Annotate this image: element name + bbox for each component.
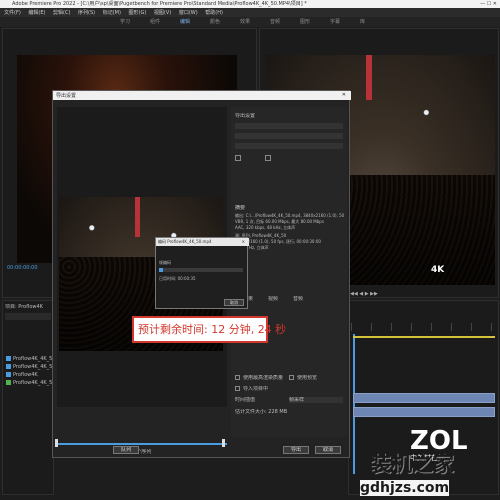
encoding-progress-fill bbox=[159, 268, 164, 272]
menu-clip[interactable]: 剪辑(C) bbox=[53, 10, 70, 16]
site-watermark: 装机之家 bbox=[370, 452, 454, 476]
remaining-time-callout: 预计剩余时间: 12 分钟, 24 秒 bbox=[132, 316, 286, 343]
project-search-input[interactable] bbox=[5, 313, 51, 320]
preview-flag bbox=[135, 197, 140, 237]
export-settings-header: 导出设置 bbox=[235, 113, 256, 119]
menu-graphics[interactable]: 图形(G) bbox=[129, 10, 147, 16]
menu-marker[interactable]: 标记(M) bbox=[103, 10, 121, 16]
playhead[interactable] bbox=[353, 334, 355, 474]
time-interp-label: 时间插值 bbox=[235, 397, 256, 403]
tab-learn[interactable]: 学习 bbox=[120, 19, 130, 25]
use-previews-checkbox[interactable] bbox=[289, 375, 294, 380]
encoding-progress-bar bbox=[159, 268, 243, 272]
menu-edit[interactable]: 编辑(E) bbox=[28, 10, 45, 16]
menu-sequence[interactable]: 序列(S) bbox=[78, 10, 95, 16]
sequence-icon bbox=[6, 380, 11, 385]
export-audio-checkbox[interactable] bbox=[265, 155, 271, 161]
remaining-time-text: 预计剩余时间: 12 分钟, 24 秒 bbox=[138, 323, 287, 336]
project-panel: 项目: Proflow4K Proflow4K_4K_50.mp4 Proflo… bbox=[2, 300, 68, 495]
cancel-export-button[interactable]: 取消 bbox=[315, 446, 341, 454]
tab-captions[interactable]: 字幕 bbox=[330, 19, 340, 25]
summary-title: 摘要 bbox=[235, 205, 246, 211]
in-point-handle[interactable] bbox=[55, 439, 58, 447]
menu-window[interactable]: 窗口(W) bbox=[179, 10, 198, 16]
encoding-status: 帧编码 bbox=[159, 260, 171, 265]
tab-effects[interactable]: 效果 bbox=[240, 19, 250, 25]
summary-line: 源: 序列, Proflow4K_4K_50 bbox=[235, 233, 287, 238]
window-controls[interactable]: — ☐ ✕ bbox=[480, 1, 497, 7]
format-select[interactable] bbox=[235, 123, 343, 129]
encoding-title: 编码 Proflow4K_4K_50.mp4 bbox=[158, 239, 212, 244]
file-size-label: 估计文件大小: 228 MB bbox=[235, 409, 288, 415]
elapsed-time: 已用时间: 00:00:35 bbox=[159, 276, 196, 281]
tab-color[interactable]: 颜色 bbox=[210, 19, 220, 25]
import-project-checkbox[interactable] bbox=[235, 386, 240, 391]
dialog-title-bar: 导出设置 bbox=[53, 91, 351, 100]
export-video-checkbox[interactable] bbox=[235, 155, 241, 161]
tab-video-settings[interactable]: 视频 bbox=[268, 296, 278, 302]
menu-file[interactable]: 文件(F) bbox=[4, 10, 21, 16]
tab-libraries[interactable]: 库 bbox=[360, 19, 365, 25]
summary-line: AAC, 320 kbps, 48 kHz, 立体声 bbox=[235, 225, 296, 230]
window-title: Adobe Premiere Pro 2022 - [C:\用户\sp\桌面\P… bbox=[12, 1, 307, 7]
summary-line: VBR, 1 次, 目标 60.00 Mbps, 最大 80.00 Mbps bbox=[235, 219, 324, 224]
workspace-tabs: 学习 组件 编辑 颜色 效果 音频 图形 字幕 库 bbox=[0, 17, 500, 27]
use-previews-label: 使用预览 bbox=[297, 375, 318, 381]
menu-bar: 文件(F) 编辑(E) 剪辑(C) 序列(S) 标记(M) 图形(G) 视图(V… bbox=[0, 8, 500, 17]
cancel-encoding-button[interactable]: 取消 bbox=[224, 299, 244, 306]
site-url-watermark: gdhjzs.com bbox=[360, 480, 450, 496]
output-name-field[interactable] bbox=[235, 143, 343, 149]
playback-controls[interactable]: ◀◀ ◀ ▶ ▶▶ bbox=[350, 291, 378, 297]
clip-icon bbox=[6, 356, 11, 361]
export-button[interactable]: 导出 bbox=[283, 446, 309, 454]
max-render-label: 使用最高渲染质量 bbox=[243, 375, 284, 381]
menu-view[interactable]: 视图(V) bbox=[154, 10, 171, 16]
zol-logo-text: ZOL bbox=[410, 426, 468, 456]
close-icon[interactable]: ✕ bbox=[242, 239, 245, 245]
audio-clip[interactable] bbox=[353, 407, 495, 417]
title-bar: Adobe Premiere Pro 2022 - [C:\用户\sp\桌面\P… bbox=[0, 0, 500, 8]
preset-select[interactable] bbox=[235, 133, 343, 139]
source-timecode: 00:00:00:00 bbox=[7, 265, 38, 271]
tab-audio[interactable]: 音频 bbox=[270, 19, 280, 25]
video-clip[interactable] bbox=[353, 393, 495, 403]
project-title: 项目: Proflow4K bbox=[5, 304, 43, 310]
queue-button[interactable]: 队列 bbox=[113, 446, 139, 454]
summary-line: 48000 Hz, 立体声 bbox=[235, 245, 269, 250]
tab-graphics[interactable]: 图形 bbox=[300, 19, 310, 25]
time-interp-select[interactable]: 帧采样 bbox=[289, 397, 343, 403]
summary-line: 3840x2160 (1.0), 50 fps, 逐行, 00:00:30:00 bbox=[235, 239, 321, 244]
encoding-progress-dialog: 编码 Proflow4K_4K_50.mp4 ✕ 帧编码 已用时间: 00:00… bbox=[155, 237, 249, 309]
work-area-bar[interactable] bbox=[353, 336, 495, 338]
source-range-bar[interactable] bbox=[55, 443, 227, 445]
max-render-checkbox[interactable] bbox=[235, 375, 240, 380]
summary-line: 输出: C:\...\Proflow4K_4K_50.mp4, 3840x216… bbox=[235, 213, 345, 218]
out-point-handle[interactable] bbox=[222, 439, 225, 447]
tab-assembly[interactable]: 组件 bbox=[150, 19, 160, 25]
menu-help[interactable]: 帮助(H) bbox=[205, 10, 223, 16]
tab-audio-settings[interactable]: 音频 bbox=[293, 296, 303, 302]
clip-icon bbox=[6, 372, 11, 377]
project-item[interactable]: Proflow4K bbox=[13, 372, 38, 378]
4k-badge: 4K bbox=[431, 265, 445, 275]
dialog-title: 导出设置 bbox=[56, 93, 77, 99]
import-project-label: 导入项目中 bbox=[243, 386, 269, 392]
clip-icon bbox=[6, 364, 11, 369]
encoding-title-bar: 编码 Proflow4K_4K_50.mp4 bbox=[156, 238, 249, 246]
flag-banner bbox=[366, 55, 372, 100]
tab-editing[interactable]: 编辑 bbox=[180, 19, 190, 25]
close-icon[interactable]: ✕ bbox=[342, 92, 346, 98]
timeline-ruler bbox=[351, 323, 496, 331]
